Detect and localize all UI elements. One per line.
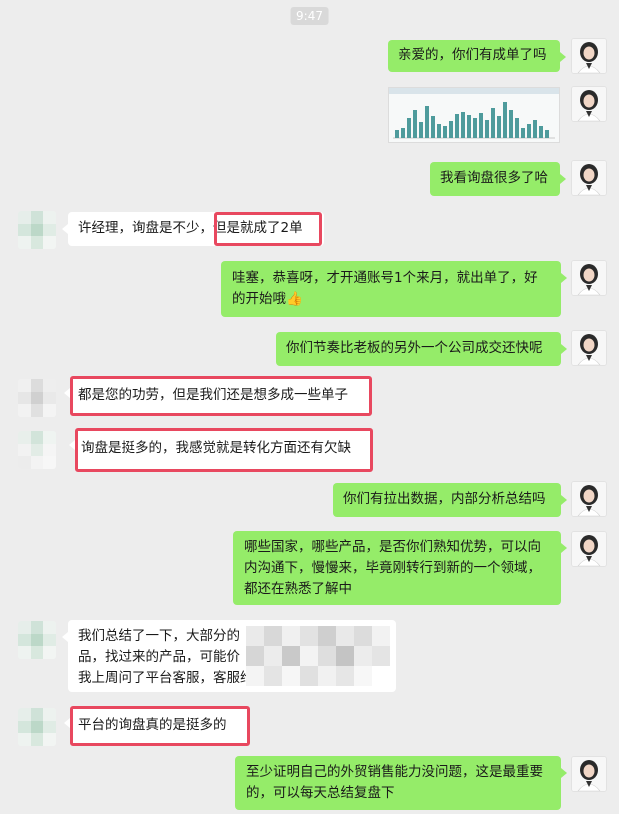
message-line: 的，可以每天总结复盘下 — [246, 785, 395, 801]
avatar-woman-icon — [572, 87, 606, 121]
message-outgoing[interactable]: 你们有拉出数据，内部分析总结吗 — [333, 483, 567, 517]
message-text-highlighted: 但是就成了2单 — [213, 220, 303, 236]
avatar-other[interactable] — [18, 708, 56, 746]
avatar-blurred-icon — [18, 708, 56, 746]
chart-image-message[interactable] — [388, 87, 560, 143]
message-outgoing[interactable]: 亲爱的，你们有成单了吗 — [388, 40, 566, 72]
avatar-me[interactable] — [571, 160, 607, 196]
message-line: 的开始哦 — [232, 291, 286, 307]
message-text: 平台的询盘真的是挺多的 — [78, 717, 227, 733]
message-line: 内沟通下，慢慢来，毕竟刚转行到新的一个领域， — [244, 560, 541, 576]
message-text: 你们节奏比老板的另外一个公司成交还快呢 — [286, 340, 543, 356]
chart-thumbnail-icon — [389, 88, 559, 139]
message-outgoing[interactable]: 我看询盘很多了哈 — [430, 162, 566, 196]
avatar-me[interactable] — [571, 481, 607, 517]
message-text: 询盘是挺多的，我感觉就是转化方面还有欠缺 — [81, 440, 351, 456]
avatar-woman-icon — [572, 161, 606, 195]
avatar-me[interactable] — [571, 756, 607, 792]
avatar-blurred-icon — [18, 621, 56, 659]
avatar-woman-icon — [572, 331, 606, 365]
avatar-woman-icon — [572, 757, 606, 791]
avatar-woman-icon — [572, 39, 606, 73]
message-line: 哇塞，恭喜呀，才开通账号1个来月，就出单了，好 — [232, 270, 538, 286]
message-outgoing[interactable]: 哇塞，恭喜呀，才开通账号1个来月，就出单了，好 的开始哦👍 — [221, 261, 567, 317]
message-incoming[interactable]: 都是您的功劳，但是我们还是想多成一些单子 — [64, 376, 372, 416]
avatar-woman-icon — [572, 482, 606, 516]
avatar-other[interactable] — [18, 379, 56, 417]
message-outgoing[interactable]: 你们节奏比老板的另外一个公司成交还快呢 — [276, 332, 567, 366]
avatar-other[interactable] — [18, 621, 56, 659]
avatar-me[interactable] — [571, 38, 607, 74]
avatar-me[interactable] — [571, 531, 607, 567]
avatar-blurred-icon — [18, 431, 56, 469]
thumbs-up-icon: 👍 — [286, 291, 303, 307]
message-text: 我看询盘很多了哈 — [440, 170, 548, 186]
message-incoming[interactable]: 平台的询盘真的是挺多的 — [64, 706, 250, 746]
message-text: 都是您的功劳，但是我们还是想多成一些单子 — [78, 387, 348, 403]
message-outgoing[interactable]: 至少证明自己的外贸销售能力没问题，这是最重要 的，可以每天总结复盘下 — [235, 756, 567, 810]
avatar-me[interactable] — [571, 86, 607, 122]
avatar-blurred-icon — [18, 211, 56, 249]
redaction-mosaic — [246, 626, 390, 686]
avatar-woman-icon — [572, 261, 606, 295]
avatar-woman-icon — [572, 532, 606, 566]
timestamp: 9:47 — [290, 7, 329, 25]
message-text: 你们有拉出数据，内部分析总结吗 — [343, 491, 546, 507]
message-text: 亲爱的，你们有成单了吗 — [398, 47, 547, 63]
avatar-me[interactable] — [571, 260, 607, 296]
message-text: 许经理，询盘是不少， — [78, 220, 213, 236]
message-line: 至少证明自己的外贸销售能力没问题，这是最重要 — [246, 764, 543, 780]
avatar-me[interactable] — [571, 330, 607, 366]
message-line: 哪些国家，哪些产品，是否你们熟知优势，可以向 — [244, 539, 541, 555]
message-line: 都还在熟悉了解中 — [244, 581, 352, 597]
avatar-blurred-icon — [18, 379, 56, 417]
message-incoming[interactable]: 询盘是挺多的，我感觉就是转化方面还有欠缺 — [69, 428, 373, 472]
message-incoming[interactable]: 许经理，询盘是不少，但是就成了2单 — [62, 212, 324, 246]
avatar-other[interactable] — [18, 211, 56, 249]
message-outgoing[interactable]: 哪些国家，哪些产品，是否你们熟知优势，可以向 内沟通下，慢慢来，毕竟刚转行到新的… — [233, 531, 567, 605]
avatar-other[interactable] — [18, 431, 56, 469]
